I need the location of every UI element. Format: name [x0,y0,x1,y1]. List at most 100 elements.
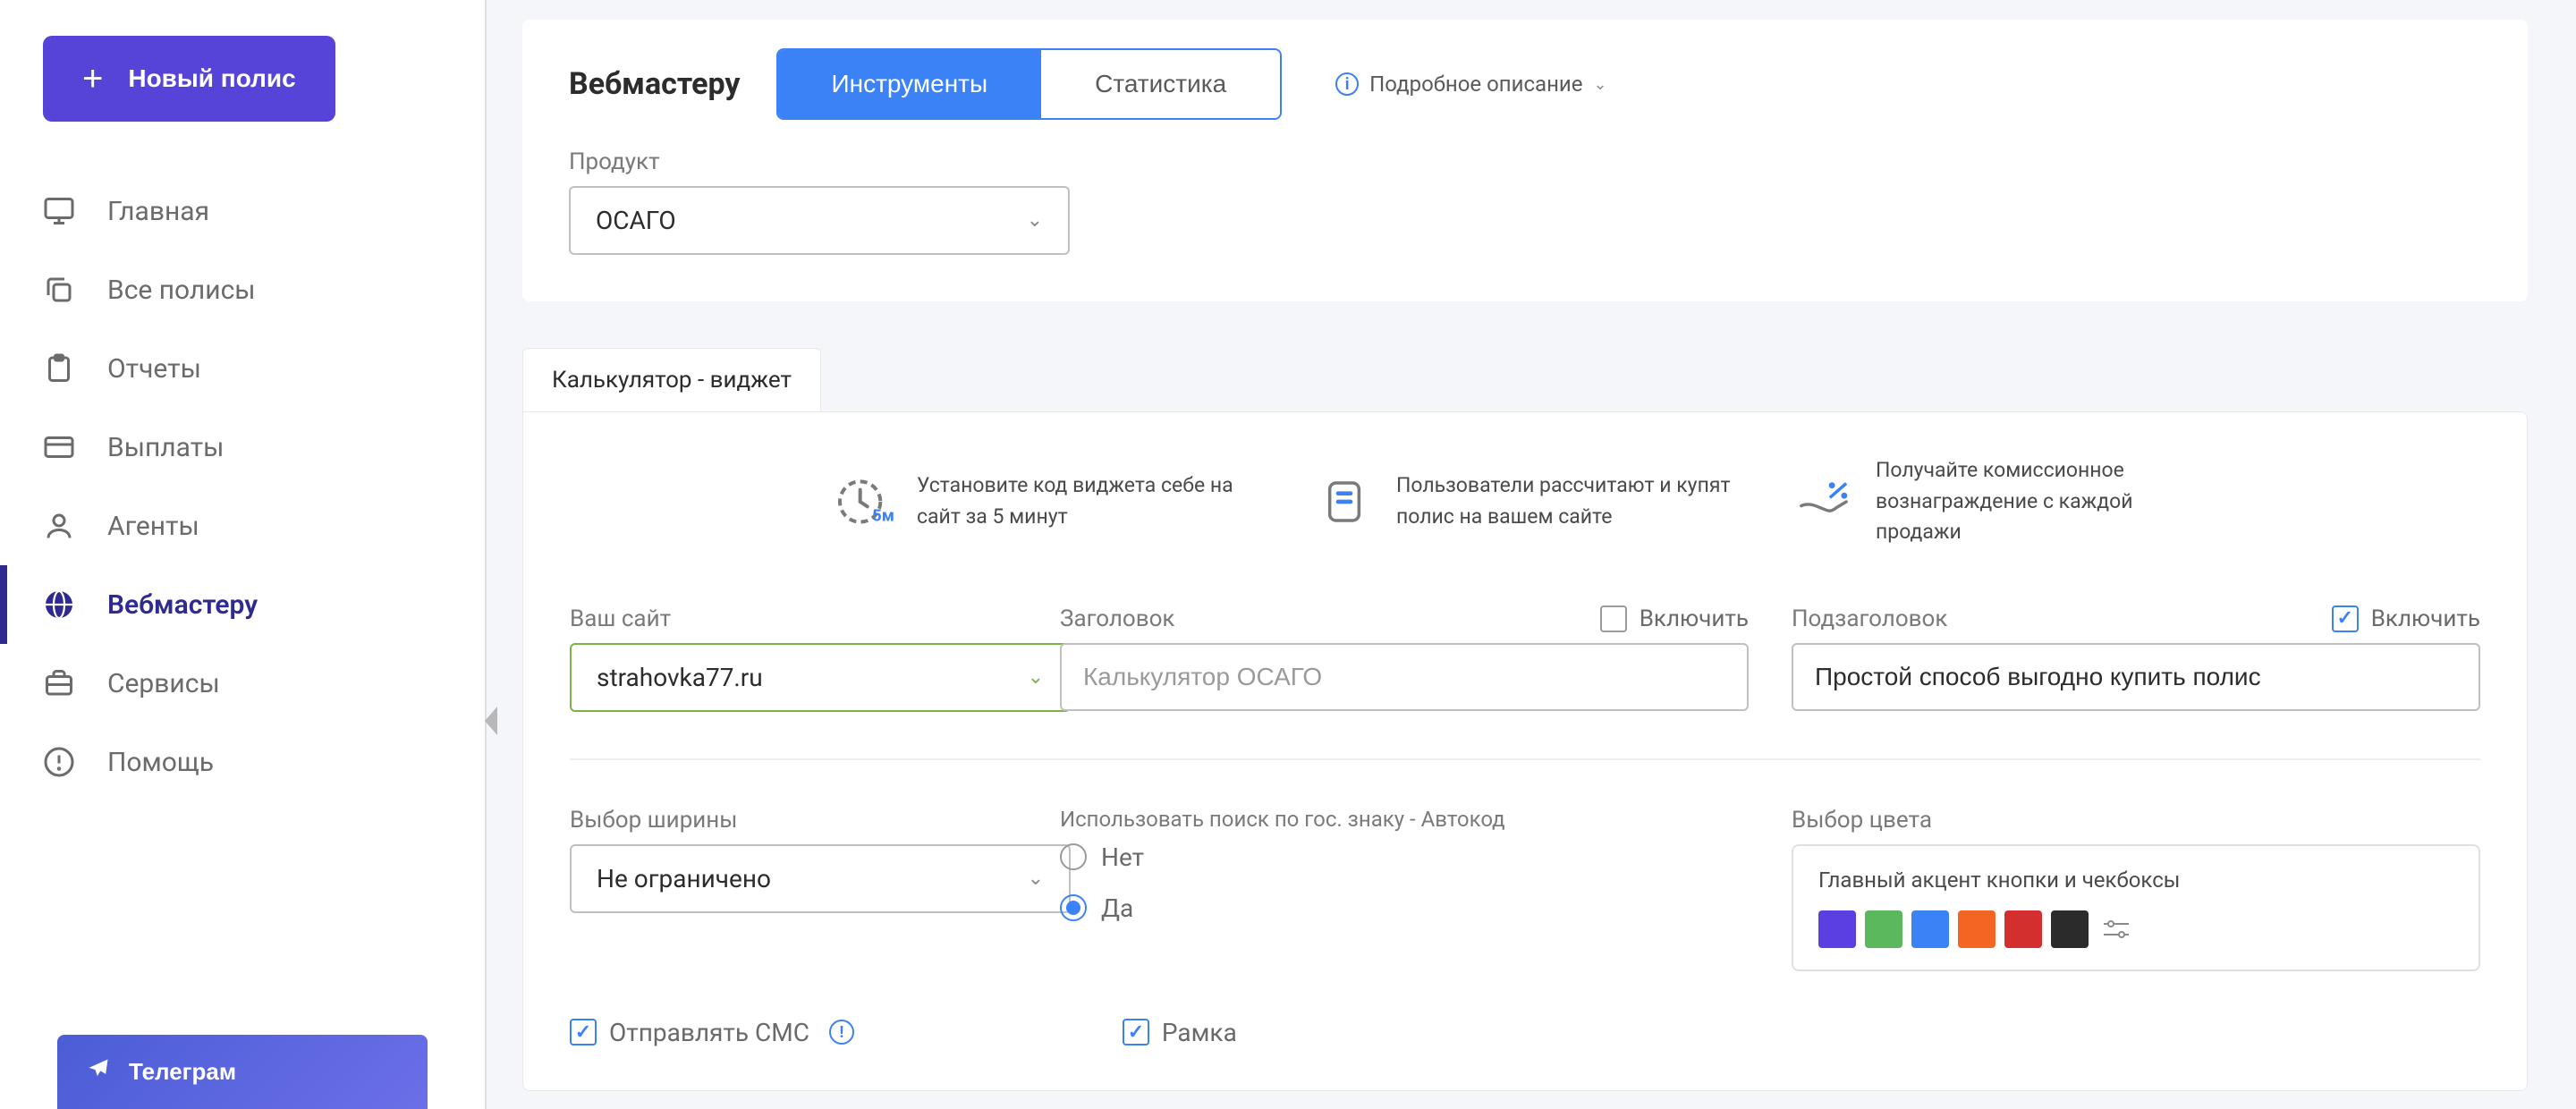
monitor-icon [43,195,75,227]
autocode-radio-group: Нет Да [1060,842,1749,923]
tab-tools[interactable]: Инструменты [778,50,1042,118]
clipboard-icon [43,352,75,385]
checkbox-icon [2332,605,2359,632]
sidebar-nav: Главная Все полисы Отчеты Выплаты Агенты… [43,172,442,801]
sidebar-label: Помощь [107,747,214,778]
clock-icon: 5м. [835,471,895,532]
new-policy-button[interactable]: + Новый полис [43,36,335,122]
chevron-down-icon: ⌄ [1027,209,1043,232]
title-enable-checkbox[interactable]: Включить [1600,605,1749,632]
sidebar-item-agents[interactable]: Агенты [43,487,442,565]
sidebar-item-services[interactable]: Сервисы [43,644,442,723]
globe-icon [43,588,75,621]
checkbox-icon [570,1019,597,1046]
copy-icon [43,274,75,306]
title-input[interactable] [1060,643,1749,711]
sidebar-label: Сервисы [107,668,220,699]
sidebar-label: Агенты [107,511,199,542]
subtitle-enable-checkbox[interactable]: Включить [2332,605,2480,632]
sidebar-label: Вебмастеру [107,589,258,621]
radio-label: Да [1101,893,1133,923]
telegram-button[interactable]: Телеграм [57,1035,428,1109]
radio-yes[interactable]: Да [1060,893,1749,923]
color-swatch-red[interactable] [2004,910,2042,948]
product-select[interactable]: ОСАГО ⌄ [569,186,1070,255]
tab-group: Инструменты Статистика [776,48,1283,120]
subtitle-input[interactable] [1792,643,2480,711]
subtitle-label: Подзаголовок [1792,605,1947,632]
sidebar-label: Отчеты [107,353,201,385]
sidebar-label: Выплаты [107,432,224,463]
color-swatch-orange[interactable] [1958,910,1996,948]
checkbox-icon [1123,1019,1149,1046]
site-label: Ваш сайт [570,605,1017,632]
send-sms-checkbox[interactable]: Отправлять СМС ! [570,1018,854,1047]
page-title: Вебмастеру [569,66,741,102]
info-text: Получайте комиссионное вознаграждение с … [1876,455,2216,548]
sidebar-item-reports[interactable]: Отчеты [43,329,442,408]
svg-text:5м.: 5м. [872,505,894,525]
sidebar-item-payments[interactable]: Выплаты [43,408,442,487]
tab-statistics[interactable]: Статистика [1041,50,1280,118]
detailed-description-link[interactable]: i Подробное описание ⌄ [1335,72,1606,97]
color-panel: Главный акцент кнопки и чекбоксы [1792,844,2480,971]
sidebar-item-policies[interactable]: Все полисы [43,250,442,329]
checkbox-icon [1600,605,1627,632]
card-icon [43,431,75,463]
frame-checkbox[interactable]: Рамка [1123,1018,1237,1047]
info-text: Пользователи рассчитают и купят полис на… [1396,470,1736,532]
chevron-down-icon: ⌄ [1028,666,1044,689]
width-label: Выбор ширины [570,807,1017,834]
autocode-label: Использовать поиск по гос. знаку - Авток… [1060,807,1749,832]
checkbox-label: Отправлять СМС [609,1018,809,1047]
new-policy-label: Новый полис [128,64,295,93]
telegram-label: Телеграм [129,1058,236,1086]
info-item-commission: Получайте комиссионное вознаграждение с … [1793,455,2216,548]
info-text: Установите код виджета себе на сайт за 5… [917,470,1257,532]
color-swatch-black[interactable] [2051,910,2089,948]
telegram-icon [86,1056,111,1088]
title-label: Заголовок [1060,605,1174,632]
sidebar-label: Главная [107,196,209,227]
color-swatch-green[interactable] [1865,910,1902,948]
sidebar-item-webmaster[interactable]: Вебмастеру [43,565,442,644]
radio-no[interactable]: Нет [1060,842,1749,872]
document-icon [1314,471,1375,532]
desc-link-label: Подробное описание [1369,72,1582,97]
width-select[interactable]: Не ограничено ⌄ [570,844,1071,913]
sliders-icon [2102,919,2131,940]
sidebar: + Новый полис Главная Все полисы Отчеты … [0,0,487,1109]
site-select[interactable]: strahovka77.ru ⌄ [570,643,1071,712]
widget-section-tab[interactable]: Калькулятор - виджет [522,348,821,411]
radio-icon [1060,843,1087,870]
chevron-down-icon: ⌄ [1594,75,1607,94]
color-swatch-custom[interactable] [2097,910,2135,948]
checkbox-label: Включить [1640,605,1749,632]
alert-icon [43,746,75,778]
product-select-value: ОСАГО [596,206,676,235]
product-label: Продукт [569,148,2481,175]
main-content: Вебмастеру Инструменты Статистика i Подр… [487,0,2576,1109]
color-swatches [1818,910,2453,948]
plus-icon: + [82,61,103,97]
help-icon[interactable]: ! [829,1020,854,1045]
widget-card: 5м. Установите код виджета себе на сайт … [522,411,2528,1091]
collapse-arrow-icon[interactable] [485,707,497,735]
sidebar-label: Все полисы [107,275,256,306]
sidebar-item-help[interactable]: Помощь [43,723,442,801]
sidebar-item-home[interactable]: Главная [43,172,442,250]
radio-label: Нет [1101,842,1144,872]
user-icon [43,510,75,542]
color-swatch-blue[interactable] [1911,910,1949,948]
width-value: Не ограничено [597,864,771,893]
briefcase-icon [43,667,75,699]
info-row: 5м. Установите код виджета себе на сайт … [570,455,2480,548]
color-swatch-purple[interactable] [1818,910,1856,948]
radio-icon [1060,894,1087,921]
color-label: Выбор цвета [1792,807,2480,834]
divider [570,758,2480,760]
info-item-install: 5м. Установите код виджета себе на сайт … [835,455,1257,548]
info-item-users: Пользователи рассчитают и купят полис на… [1314,455,1736,548]
header-card: Вебмастеру Инструменты Статистика i Подр… [522,20,2528,301]
checkbox-label: Включить [2371,605,2480,632]
